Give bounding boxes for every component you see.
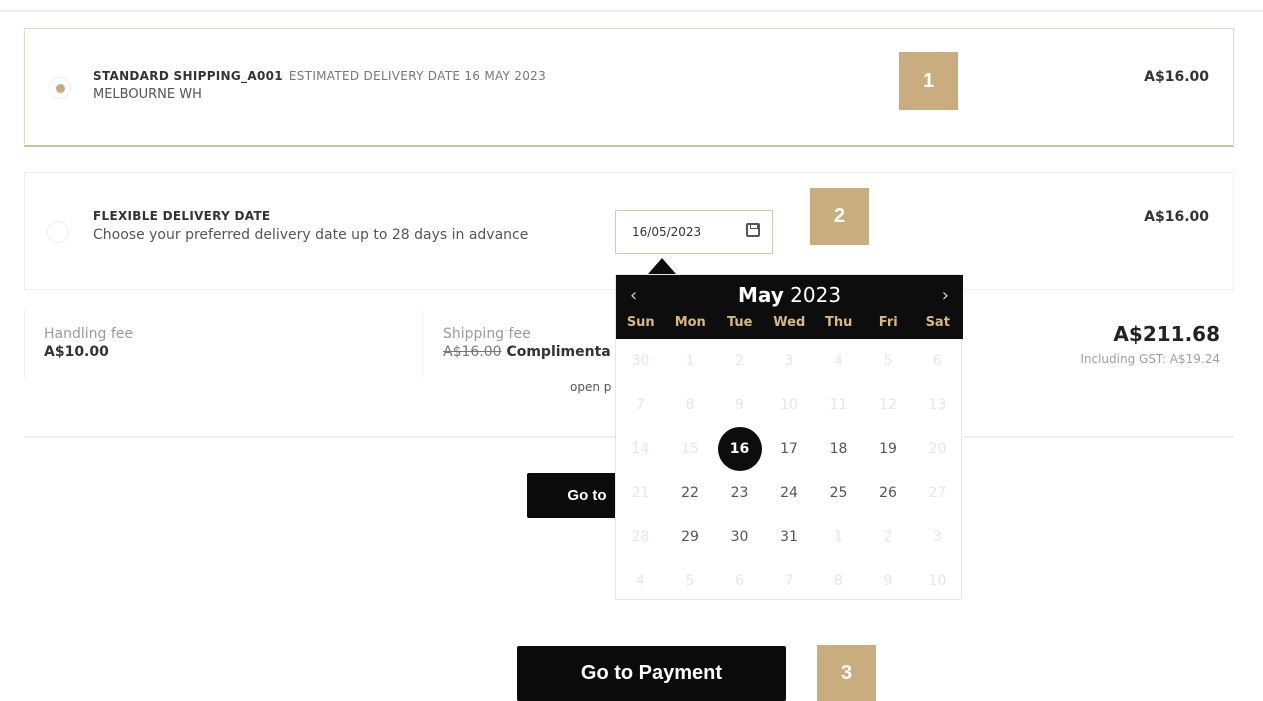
- calendar-day-cell: 14: [631, 441, 650, 457]
- weekday-sun: Sun: [626, 315, 655, 330]
- flexible-delivery-title: FLEXIBLE DELIVERY DATE: [93, 209, 271, 223]
- datepicker-pointer: [648, 258, 676, 274]
- datepicker-header: ‹ May 2023 › Sun Mon Tue Wed Thu Fri Sat: [616, 275, 963, 339]
- shipping-fee-label: Shipping fee: [443, 326, 531, 342]
- annotation-badge-2: 2: [810, 188, 869, 245]
- weekday-wed: Wed: [773, 315, 806, 330]
- open-panel-text: open p: [570, 380, 612, 394]
- calendar-day-cell: 1: [685, 353, 695, 369]
- calendar-day-cell: 5: [883, 353, 893, 369]
- standard-shipping-title-row: STANDARD SHIPPING_A001 ESTIMATED DELIVERY…: [93, 69, 546, 83]
- calendar-icon[interactable]: [746, 223, 760, 237]
- weekday-tue: Tue: [726, 315, 753, 330]
- delivery-date-input[interactable]: 16/05/2023: [615, 210, 773, 254]
- datepicker-month-year: May 2023: [616, 283, 963, 307]
- order-total: A$211.68: [1113, 322, 1220, 346]
- calendar-day-cell: 11: [829, 397, 848, 413]
- calendar-day-cell[interactable]: 23: [718, 471, 762, 515]
- calendar-day-cell: 21: [631, 485, 650, 501]
- calendar-day-cell: 2: [883, 529, 893, 545]
- datepicker-year: 2023: [790, 283, 842, 307]
- calendar-day-cell: 6: [735, 573, 744, 589]
- calendar-day-cell: 3: [933, 529, 942, 545]
- calendar-day-cell: 27: [928, 485, 947, 501]
- calendar-day-cell: 1: [834, 529, 843, 545]
- summary-divider-mid: [422, 310, 423, 378]
- standard-shipping-title: STANDARD SHIPPING_A001: [93, 69, 283, 83]
- calendar-day-cell: 10: [928, 573, 947, 589]
- calendar-day-cell: 5: [685, 573, 695, 589]
- calendar-day-cell: 10: [780, 397, 798, 413]
- top-divider: [0, 10, 1263, 12]
- calendar-day-cell: 7: [636, 397, 645, 413]
- annotation-badge-3: 3: [817, 645, 876, 701]
- summary-divider-left: [24, 310, 25, 378]
- calendar-day-cell[interactable]: 26: [866, 471, 910, 515]
- calendar-day-cell: 28: [631, 529, 650, 545]
- flexible-delivery-price: A$16.00: [1144, 209, 1209, 225]
- gst-amount: Including GST: A$19.24: [1080, 352, 1220, 366]
- calendar-day-cell: 9: [883, 573, 893, 589]
- weekday-thu: Thu: [825, 315, 853, 330]
- calendar-day-cell[interactable]: 24: [767, 471, 811, 515]
- weekday-mon: Mon: [674, 315, 706, 330]
- calendar-day-cell: 2: [735, 353, 744, 369]
- calendar-day-cell: 4: [834, 353, 843, 369]
- shipping-fee-original: A$16.00: [443, 344, 502, 360]
- calendar-day-cell: 7: [784, 573, 794, 589]
- flexible-delivery-description: Choose your preferred delivery date up t…: [93, 227, 529, 243]
- calendar-day-cell[interactable]: 19: [866, 427, 910, 471]
- handling-fee-value: A$10.00: [44, 344, 109, 360]
- calendar-day-cell[interactable]: 17: [767, 427, 811, 471]
- warehouse-name: MELBOURNE WH: [93, 87, 202, 102]
- standard-shipping-radio[interactable]: [49, 77, 71, 99]
- calendar-day-cell: 3: [784, 353, 794, 369]
- calendar-day-cell: 9: [735, 397, 744, 413]
- calendar-day-cell: 8: [685, 397, 695, 413]
- calendar-day-cell[interactable]: 31: [767, 515, 811, 559]
- calendar-day-cell[interactable]: 18: [817, 427, 861, 471]
- shipping-fee-value-row: A$16.00 Complimenta: [443, 344, 611, 360]
- calendar-day-cell: 13: [928, 397, 947, 413]
- calendar-day-cell: 6: [933, 353, 942, 369]
- weekday-row: Sun Mon Tue Wed Thu Fri Sat: [616, 315, 963, 335]
- weekday-sat: Sat: [925, 315, 950, 330]
- delivery-date-value: 16/05/2023: [632, 225, 702, 239]
- standard-shipping-price: A$16.00: [1144, 69, 1209, 85]
- datepicker-month: May: [737, 283, 784, 307]
- handling-fee-label: Handling fee: [44, 326, 134, 342]
- shipping-fee-complimentary: Complimenta: [506, 344, 611, 360]
- flexible-delivery-radio[interactable]: [47, 221, 69, 243]
- calendar-day-cell[interactable]: 30: [718, 515, 762, 559]
- calendar-day-cell: 8: [834, 573, 843, 589]
- calendar-day-cell[interactable]: 25: [817, 471, 861, 515]
- calendar-day-cell: 30: [631, 353, 650, 369]
- weekday-fri: Fri: [878, 315, 898, 330]
- calendar-day-cell[interactable]: 29: [668, 515, 712, 559]
- calendar-day-cell: 20: [928, 441, 947, 457]
- next-month-icon[interactable]: ›: [942, 285, 949, 306]
- standard-shipping-option[interactable]: STANDARD SHIPPING_A001 ESTIMATED DELIVERY…: [24, 28, 1234, 147]
- estimated-delivery-date: ESTIMATED DELIVERY DATE 16 MAY 2023: [288, 69, 547, 83]
- annotation-badge-1: 1: [899, 52, 958, 110]
- calendar-day-cell: 15: [681, 441, 699, 457]
- calendar-day-cell: 12: [879, 397, 897, 413]
- go-to-payment-button[interactable]: Go to Payment: [517, 646, 786, 701]
- calendar-day-cell: 4: [636, 573, 645, 589]
- calendar-day-cell[interactable]: 22: [668, 471, 712, 515]
- datepicker: ‹ May 2023 › Sun Mon Tue Wed Thu Fri Sat…: [615, 274, 963, 600]
- calendar-day-selected[interactable]: 16: [717, 427, 762, 471]
